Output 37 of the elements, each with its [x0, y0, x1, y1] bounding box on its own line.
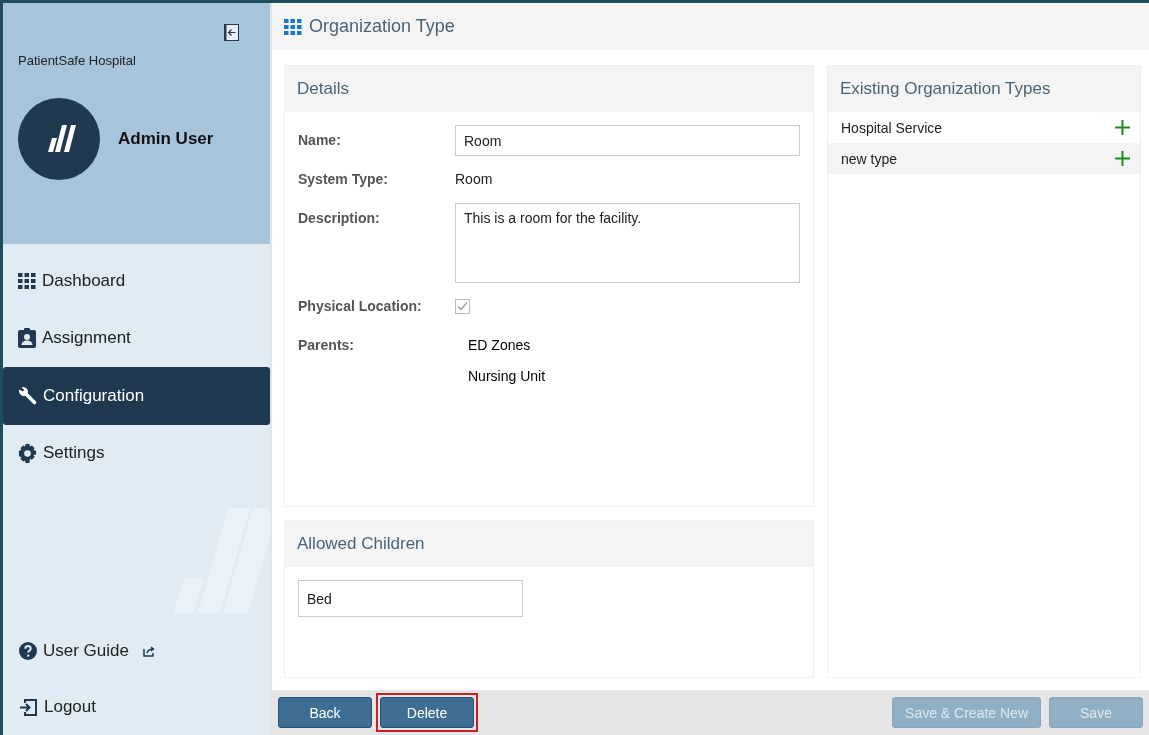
id-badge-icon	[18, 328, 36, 349]
page-title: Organization Type	[309, 16, 455, 37]
add-icon[interactable]	[1115, 120, 1130, 135]
nav-link[interactable]: Logout	[44, 697, 96, 717]
parent-item: ED Zones	[468, 336, 532, 355]
help-icon	[19, 642, 37, 660]
parent-item: Nursing Unit	[468, 367, 547, 386]
nav-link[interactable]: User Guide	[43, 641, 129, 661]
user-name: Admin User	[118, 129, 214, 149]
module-icon	[284, 17, 302, 36]
gear-icon	[18, 443, 37, 463]
nav-item[interactable]: Dashboard	[3, 252, 270, 310]
name-field[interactable]: Room	[455, 125, 800, 156]
nav-item[interactable]: Settings	[3, 424, 270, 482]
panel-title: Existing Organization Types	[840, 79, 1051, 99]
field-label: System Type:	[298, 170, 389, 189]
organization-name: PatientSafe Hospital	[18, 53, 137, 68]
panel-title: Details	[297, 79, 349, 99]
grid-icon	[18, 271, 36, 290]
type-name[interactable]: Hospital Service	[841, 119, 943, 136]
panel-title: Allowed Children	[297, 534, 425, 554]
footer-button[interactable]: Delete	[380, 697, 474, 728]
field-label: Physical Location:	[298, 297, 423, 316]
field-label: Description:	[298, 209, 381, 228]
logout-icon	[19, 697, 38, 717]
allowed-children-field[interactable]: Bed	[298, 580, 523, 617]
collapse-sidebar-button[interactable]	[224, 24, 239, 41]
footer-button[interactable]: Back	[278, 697, 372, 728]
add-icon[interactable]	[1115, 151, 1130, 166]
nav-item[interactable]: Configuration	[3, 367, 270, 425]
description-field[interactable]: This is a room for the facility.	[455, 203, 800, 283]
nav-item[interactable]: Assignment	[3, 309, 270, 367]
wrench-icon	[18, 386, 37, 406]
field-label: Parents:	[298, 336, 356, 355]
field-value: Room	[455, 170, 494, 189]
field-label: Name:	[298, 131, 342, 150]
type-name[interactable]: new type	[841, 150, 898, 167]
